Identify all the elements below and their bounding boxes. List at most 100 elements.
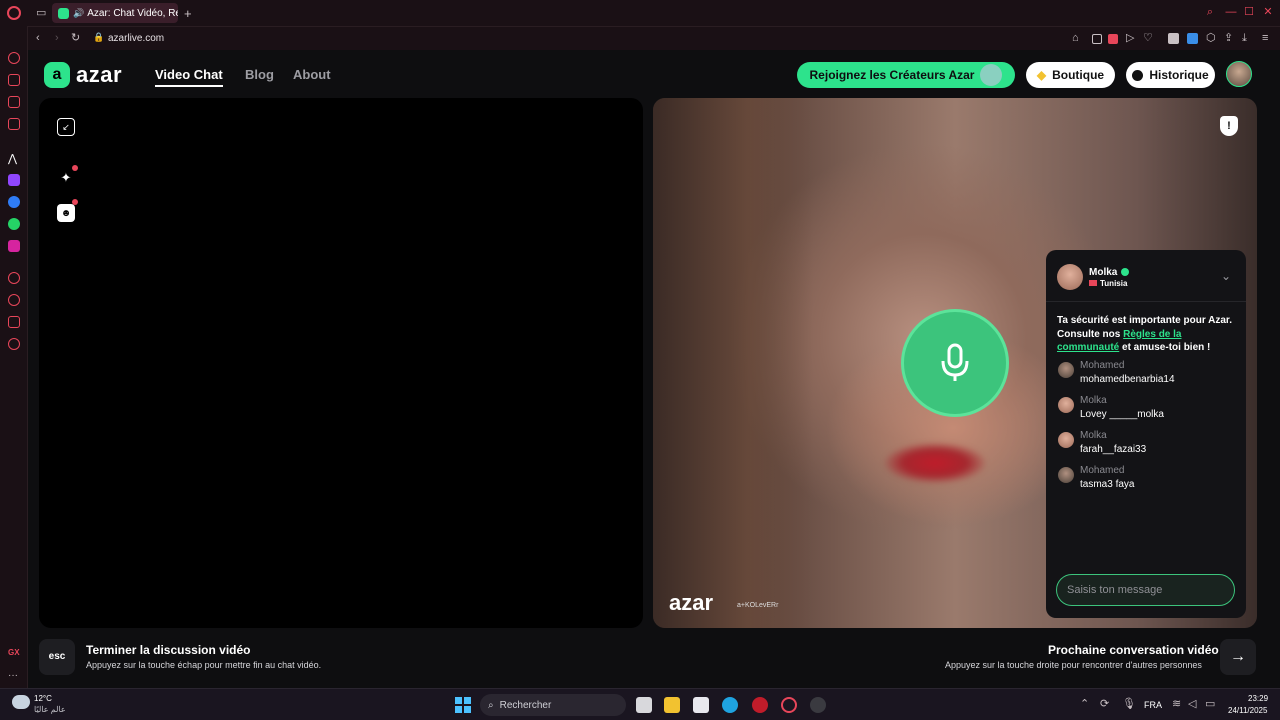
reload-icon[interactable]: ↻: [71, 33, 80, 44]
news-icon[interactable]: [8, 118, 20, 130]
twitch-icon[interactable]: [8, 174, 20, 186]
app-gray-icon[interactable]: [810, 697, 826, 713]
language-indicator[interactable]: FRA: [1144, 700, 1162, 710]
messenger-icon[interactable]: [8, 196, 20, 208]
more-icon[interactable]: ···: [8, 670, 20, 682]
play-icon[interactable]: ▷: [1126, 33, 1134, 44]
gx-icon[interactable]: GX: [8, 648, 20, 660]
settings-icon[interactable]: [8, 338, 20, 350]
minimize-video-icon[interactable]: ↙: [57, 118, 75, 136]
battery-icon[interactable]: ▭: [1205, 699, 1215, 710]
message-text: mohamedbenarbia14: [1080, 374, 1175, 385]
player-icon[interactable]: [8, 272, 20, 284]
clock-icon: [1132, 69, 1144, 81]
message-avatar: [1058, 397, 1074, 413]
volume-icon[interactable]: ◁: [1188, 699, 1196, 710]
nav-video-chat[interactable]: Video Chat: [155, 67, 223, 87]
whatsapp-icon[interactable]: [8, 218, 20, 230]
profile-avatar[interactable]: [1226, 61, 1252, 87]
search-tabs-icon[interactable]: ⌕: [1204, 6, 1216, 18]
instagram-icon[interactable]: [8, 240, 20, 252]
share-icon[interactable]: ⇪: [1224, 33, 1233, 44]
safety-notice: Ta sécurité est importante pour Azar. Co…: [1057, 314, 1239, 355]
opera-gx-taskbar-icon[interactable]: [781, 697, 797, 713]
wallet-icon[interactable]: [8, 96, 20, 108]
azar-logo-text: azar: [76, 62, 123, 87]
shop-label: Boutique: [1052, 68, 1105, 82]
next-chat-title: Prochaine conversation vidéo: [1048, 643, 1219, 657]
heart-icon[interactable]: ♡: [1143, 33, 1153, 44]
sync-icon[interactable]: ⟳: [1100, 699, 1109, 710]
browser-tab[interactable]: 🔊 Azar: Chat Vidéo, Ren: [52, 3, 178, 23]
forward-icon[interactable]: ›: [55, 33, 59, 44]
menu-icon[interactable]: ≡: [1262, 33, 1268, 44]
taskbar-search[interactable]: ⌕ Rechercher: [480, 694, 626, 716]
message-input[interactable]: Saisis ton message: [1056, 574, 1235, 606]
taskbar-search-label: Rechercher: [499, 699, 552, 711]
join-creators-button[interactable]: Rejoignez les Créateurs Azar: [797, 62, 1015, 88]
browser-tab-bar: ▭ 🔊 Azar: Chat Vidéo, Ren + ⌕ — ☐ ✕: [0, 0, 1280, 26]
extensions-icon[interactable]: ⬡: [1206, 33, 1216, 44]
url-text[interactable]: azarlive.com: [108, 33, 164, 44]
nav-about[interactable]: About: [293, 67, 331, 82]
message-avatar: [1058, 467, 1074, 483]
clock-time[interactable]: 23:29: [1248, 694, 1268, 703]
sticker-face-icon[interactable]: ☻: [57, 204, 75, 222]
app-red-icon[interactable]: [752, 697, 768, 713]
browser-sidebar: ⋀ GX ···: [0, 26, 28, 688]
partner-avatar[interactable]: [1057, 264, 1083, 290]
speaker-icon: 🔊: [73, 7, 85, 18]
microphone-button[interactable]: [901, 309, 1009, 417]
tray-chevron-icon[interactable]: ⌃: [1080, 699, 1089, 710]
tunisia-flag-icon: [1089, 280, 1097, 286]
chat-panel: Molka Tunisia ⌄ Ta sécurité est importan…: [1046, 250, 1246, 618]
extension-2-icon[interactable]: [1187, 33, 1198, 44]
shop-button[interactable]: ◆ Boutique: [1026, 62, 1115, 88]
chevron-down-icon[interactable]: ⌄: [1221, 269, 1231, 283]
effects-notification-dot: [72, 165, 78, 171]
microphone-icon: [941, 343, 969, 381]
diamond-icon: ◆: [1036, 68, 1047, 82]
message-avatar: [1058, 362, 1074, 378]
clock-date[interactable]: 24/11/2025: [1228, 706, 1267, 715]
aria-icon[interactable]: [8, 52, 20, 64]
search-icon: ⌕: [488, 699, 494, 711]
report-shield-icon[interactable]: !: [1220, 116, 1238, 136]
azar-logo[interactable]: a azar: [44, 62, 122, 88]
message-sender: Molka: [1080, 430, 1107, 441]
safety-text-2: et amuse-toi bien !: [1119, 342, 1211, 353]
download-icon[interactable]: ⤓: [1242, 33, 1247, 44]
arc-icon[interactable]: ⋀: [8, 152, 20, 165]
shopping-icon[interactable]: [8, 74, 20, 86]
minimize-icon[interactable]: —: [1225, 6, 1237, 18]
tab-list-icon[interactable]: ▭: [36, 8, 46, 19]
effects-sparkle-icon[interactable]: ✦: [57, 169, 75, 187]
wifi-icon[interactable]: ≋: [1172, 699, 1181, 710]
weather-cloud-icon[interactable]: [12, 695, 30, 709]
extensions-sidebar-icon[interactable]: [8, 316, 20, 328]
edge-icon[interactable]: [722, 697, 738, 713]
back-icon[interactable]: ‹: [36, 33, 40, 44]
opera-logo-icon[interactable]: [7, 6, 21, 20]
history-button[interactable]: Historique: [1126, 62, 1215, 88]
history-sidebar-icon[interactable]: [8, 294, 20, 306]
new-tab-icon[interactable]: +: [184, 7, 192, 20]
pin-icon[interactable]: ⌂: [1072, 33, 1079, 44]
azar-page: a azar Video Chat Blog About Rejoignez l…: [28, 50, 1280, 688]
extension-1-icon[interactable]: [1168, 33, 1179, 44]
store-icon[interactable]: [693, 697, 709, 713]
esc-key-button[interactable]: esc: [39, 639, 75, 675]
file-explorer-icon[interactable]: [664, 697, 680, 713]
task-view-icon[interactable]: [636, 697, 652, 713]
windows-start-icon[interactable]: [455, 697, 471, 713]
message-sender: Mohamed: [1080, 465, 1125, 476]
next-arrow-button[interactable]: →: [1220, 639, 1256, 675]
lock-icon: 🔒: [93, 32, 105, 42]
close-icon[interactable]: ✕: [1262, 6, 1274, 18]
partner-name: Molka: [1089, 267, 1118, 278]
mic-tray-icon[interactable]: 🎙: [1122, 699, 1136, 710]
snapshot-icon[interactable]: [1092, 34, 1102, 44]
maximize-icon[interactable]: ☐: [1243, 6, 1255, 18]
shield-icon[interactable]: [1108, 34, 1118, 44]
nav-blog[interactable]: Blog: [245, 67, 274, 82]
